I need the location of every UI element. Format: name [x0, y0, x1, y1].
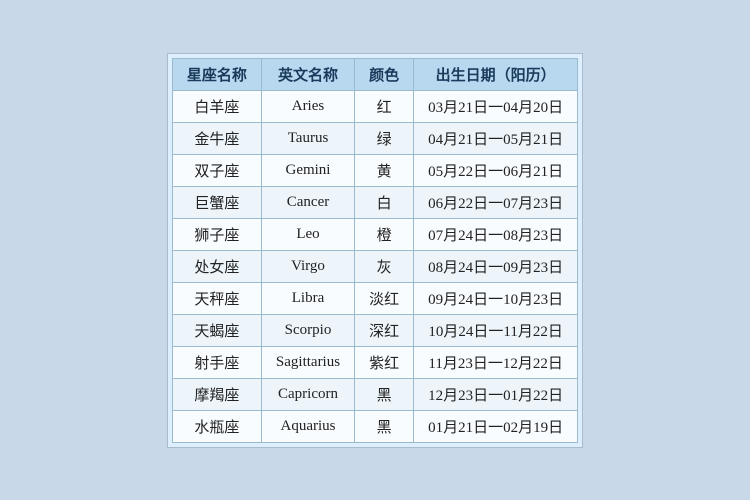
table-cell-8-0: 射手座 [172, 346, 261, 378]
table-cell-8-2: 紫红 [355, 346, 414, 378]
table-row: 处女座Virgo灰08月24日一09月23日 [172, 250, 577, 282]
table-cell-9-1: Capricorn [261, 378, 354, 410]
table-cell-9-2: 黑 [355, 378, 414, 410]
table-cell-2-3: 05月22日一06月21日 [414, 154, 578, 186]
table-row: 双子座Gemini黄05月22日一06月21日 [172, 154, 577, 186]
table-cell-10-0: 水瓶座 [172, 410, 261, 442]
table-header-row: 星座名称英文名称颜色出生日期（阳历） [172, 58, 577, 90]
table-cell-5-1: Virgo [261, 250, 354, 282]
table-row: 天秤座Libra淡红09月24日一10月23日 [172, 282, 577, 314]
table-cell-5-2: 灰 [355, 250, 414, 282]
zodiac-table-wrapper: 星座名称英文名称颜色出生日期（阳历） 白羊座Aries红03月21日一04月20… [167, 53, 583, 448]
col-header-2: 颜色 [355, 58, 414, 90]
table-row: 巨蟹座Cancer白06月22日一07月23日 [172, 186, 577, 218]
table-cell-3-2: 白 [355, 186, 414, 218]
table-cell-6-3: 09月24日一10月23日 [414, 282, 578, 314]
table-cell-9-0: 摩羯座 [172, 378, 261, 410]
table-row: 水瓶座Aquarius黑01月21日一02月19日 [172, 410, 577, 442]
table-cell-10-3: 01月21日一02月19日 [414, 410, 578, 442]
table-cell-1-1: Taurus [261, 122, 354, 154]
table-row: 摩羯座Capricorn黑12月23日一01月22日 [172, 378, 577, 410]
col-header-0: 星座名称 [172, 58, 261, 90]
col-header-3: 出生日期（阳历） [414, 58, 578, 90]
table-row: 白羊座Aries红03月21日一04月20日 [172, 90, 577, 122]
table-cell-3-1: Cancer [261, 186, 354, 218]
table-cell-6-1: Libra [261, 282, 354, 314]
table-cell-7-0: 天蝎座 [172, 314, 261, 346]
table-cell-1-0: 金牛座 [172, 122, 261, 154]
table-cell-4-2: 橙 [355, 218, 414, 250]
table-cell-5-3: 08月24日一09月23日 [414, 250, 578, 282]
table-cell-1-2: 绿 [355, 122, 414, 154]
table-row: 狮子座Leo橙07月24日一08月23日 [172, 218, 577, 250]
table-cell-3-3: 06月22日一07月23日 [414, 186, 578, 218]
table-cell-6-2: 淡红 [355, 282, 414, 314]
table-cell-8-3: 11月23日一12月22日 [414, 346, 578, 378]
table-cell-6-0: 天秤座 [172, 282, 261, 314]
table-cell-2-2: 黄 [355, 154, 414, 186]
table-cell-4-0: 狮子座 [172, 218, 261, 250]
table-cell-9-3: 12月23日一01月22日 [414, 378, 578, 410]
table-cell-10-2: 黑 [355, 410, 414, 442]
table-cell-10-1: Aquarius [261, 410, 354, 442]
table-cell-0-1: Aries [261, 90, 354, 122]
table-cell-0-0: 白羊座 [172, 90, 261, 122]
table-cell-7-1: Scorpio [261, 314, 354, 346]
table-cell-5-0: 处女座 [172, 250, 261, 282]
table-body: 白羊座Aries红03月21日一04月20日金牛座Taurus绿04月21日一0… [172, 90, 577, 442]
table-row: 射手座Sagittarius紫红11月23日一12月22日 [172, 346, 577, 378]
table-cell-0-3: 03月21日一04月20日 [414, 90, 578, 122]
table-cell-4-1: Leo [261, 218, 354, 250]
table-cell-7-2: 深红 [355, 314, 414, 346]
table-row: 金牛座Taurus绿04月21日一05月21日 [172, 122, 577, 154]
table-cell-1-3: 04月21日一05月21日 [414, 122, 578, 154]
zodiac-table: 星座名称英文名称颜色出生日期（阳历） 白羊座Aries红03月21日一04月20… [172, 58, 578, 443]
col-header-1: 英文名称 [261, 58, 354, 90]
table-cell-2-0: 双子座 [172, 154, 261, 186]
table-cell-2-1: Gemini [261, 154, 354, 186]
table-cell-3-0: 巨蟹座 [172, 186, 261, 218]
table-cell-0-2: 红 [355, 90, 414, 122]
table-cell-7-3: 10月24日一11月22日 [414, 314, 578, 346]
table-cell-8-1: Sagittarius [261, 346, 354, 378]
table-cell-4-3: 07月24日一08月23日 [414, 218, 578, 250]
table-row: 天蝎座Scorpio深红10月24日一11月22日 [172, 314, 577, 346]
